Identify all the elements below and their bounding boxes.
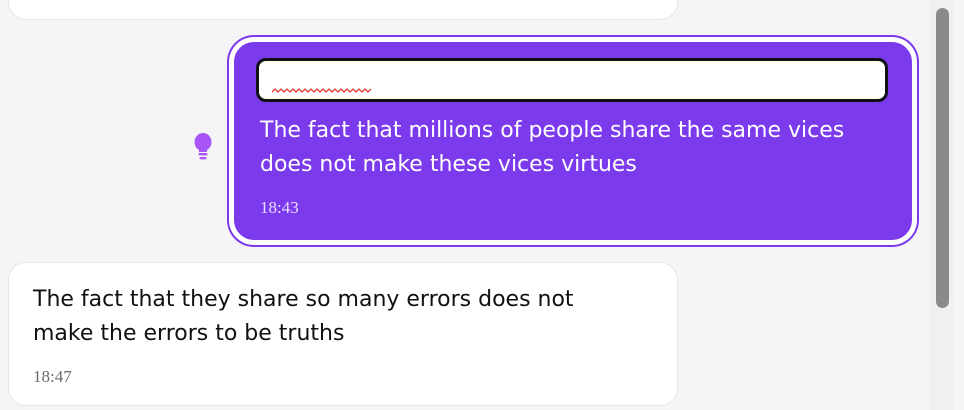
message-timestamp: 18:43 — [260, 198, 299, 217]
message-bubble-incoming — [8, 0, 678, 20]
scrollbar-thumb[interactable] — [936, 8, 949, 308]
message-edit-input[interactable] — [256, 58, 888, 102]
spellcheck-underline — [272, 88, 372, 93]
message-text: The fact that they share so many errors … — [33, 287, 574, 346]
message-timestamp: 18:47 — [33, 367, 72, 386]
message-bubble-outgoing[interactable]: The fact that millions of people share t… — [232, 40, 914, 242]
message-text: The fact that millions of people share t… — [260, 118, 845, 177]
lightbulb-icon[interactable] — [190, 130, 216, 164]
chat-view: The fact that millions of people share t… — [0, 0, 964, 410]
message-bubble-incoming[interactable]: The fact that they share so many errors … — [8, 262, 678, 406]
